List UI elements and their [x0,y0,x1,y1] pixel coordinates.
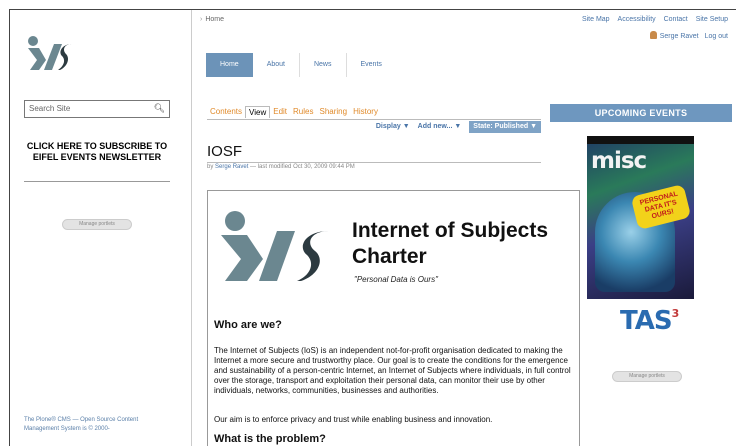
content-tabs: Contents View Edit Rules Sharing History [207,106,381,118]
site-actions: Site Map Accessibility Contact Site Setu… [576,16,728,23]
tab-rules[interactable]: Rules [290,106,316,118]
divider [24,181,170,182]
link-contact[interactable]: Contact [664,16,688,23]
display-menu[interactable]: Display ▼ [376,121,410,133]
footer-text[interactable]: The Plone® CMS — Open Source Content Man… [24,416,174,434]
tas3-logo[interactable]: TAS3 [620,306,680,336]
byline: by Serge Ravet — last modified Oct 30, 2… [207,164,355,170]
user-icon [649,31,657,39]
link-site-setup[interactable]: Site Setup [696,16,728,23]
poster-top-bar [587,136,694,144]
manage-portlets-button[interactable]: Manage portlets [612,371,682,382]
ios-logo[interactable] [24,32,74,72]
tab-history[interactable]: History [350,106,381,118]
subscribe-link[interactable]: CLICK HERE TO SUBSCRIBE TO EIFEL EVENTS … [24,141,170,163]
user-name[interactable]: Serge Ravet [660,33,699,40]
content-action-bar: Display ▼ Add new... ▼ State: Published … [207,119,541,133]
global-nav: Home About News Events [206,53,396,77]
author-link[interactable]: Serge Ravet [215,164,248,170]
state-menu[interactable]: State: Published ▼ [469,121,541,133]
tab-contents[interactable]: Contents [207,106,245,118]
poster-tagline: PERSONAL DATA IT'S OURS! [630,183,692,231]
tab-edit[interactable]: Edit [270,106,290,118]
divider [207,162,541,163]
chevron-right-icon: › [200,16,203,23]
charter-document: Internet of Subjects Charter "Personal D… [207,190,580,446]
heading-who: Who are we? [214,319,282,331]
page-title: IOSF [207,143,243,160]
tab-about[interactable]: About [253,53,300,77]
left-column: Search Site 🔍︎ CLICK HERE TO SUBSCRIBE T… [10,10,192,446]
heading-problem: What is the problem? [214,433,326,445]
charter-subtitle: "Personal Data is Ours" [354,275,438,284]
manage-portlets-button[interactable]: Manage portlets [62,219,132,230]
search-input[interactable]: Search Site 🔍︎ [24,100,170,118]
misc-event-poster[interactable]: misc PERSONAL DATA IT'S OURS! [587,136,694,299]
modified-date: — last modified Oct 30, 2009 09:44 PM [250,164,355,170]
tab-home[interactable]: Home [206,53,253,77]
breadcrumb-home[interactable]: Home [205,16,224,23]
poster-title: misc [591,148,647,174]
logout-link[interactable]: Log out [705,33,728,40]
tas3-superscript: 3 [671,307,680,320]
tas3-text: TAS [620,306,673,336]
breadcrumb: › Home [200,16,224,23]
browser-page: Search Site 🔍︎ CLICK HERE TO SUBSCRIBE T… [9,9,736,446]
add-new-menu[interactable]: Add new... ▼ [418,121,462,133]
charter-title: Internet of Subjects Charter [352,219,549,268]
paragraph-aim: Our aim is to enforce privacy and trust … [214,415,493,424]
link-accessibility[interactable]: Accessibility [618,16,656,23]
tab-events[interactable]: Events [347,53,396,77]
link-site-map[interactable]: Site Map [582,16,610,23]
paragraph-who: The Internet of Subjects (IoS) is an ind… [214,346,571,395]
upcoming-events-heading[interactable]: UPCOMING EVENTS [550,104,732,122]
user-actions: Serge Ravet Log out [649,31,728,40]
tab-news[interactable]: News [300,53,347,77]
ios-logo-large [221,211,329,281]
tab-view[interactable]: View [245,106,271,118]
search-icon[interactable]: 🔍︎ [154,103,165,114]
tab-sharing[interactable]: Sharing [316,106,350,118]
search-placeholder: Search Site [29,104,71,113]
